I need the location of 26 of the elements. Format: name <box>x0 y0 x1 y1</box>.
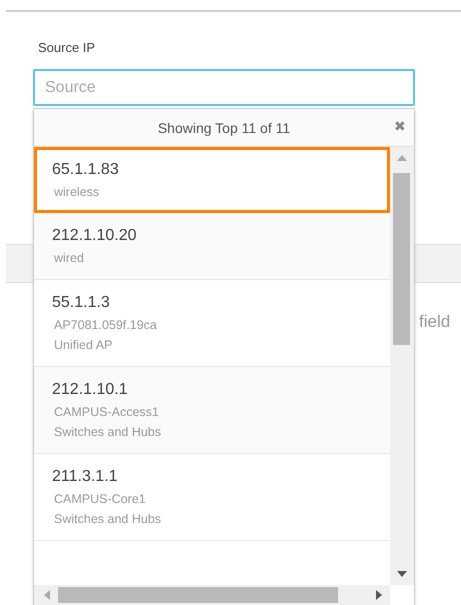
result-item[interactable]: 65.1.1.83 wireless <box>34 147 390 213</box>
device-detail: wired <box>54 251 84 265</box>
result-item[interactable]: 212.1.10.20 wired <box>34 213 390 280</box>
results-count: Showing Top 11 of 11 <box>158 120 290 136</box>
ip-address: 211.3.1.1 <box>52 468 118 486</box>
vertical-scrollbar[interactable] <box>390 147 414 585</box>
scroll-left-icon[interactable] <box>44 590 50 600</box>
device-detail: wireless <box>54 185 100 199</box>
ip-address: 212.1.10.20 <box>52 227 137 245</box>
device-detail: CAMPUS-Core1 <box>54 492 146 506</box>
ip-address: 212.1.10.1 <box>52 381 128 399</box>
background-text: field <box>419 312 450 332</box>
device-detail: Switches and Hubs <box>54 512 162 526</box>
ip-address: 65.1.1.83 <box>52 161 119 179</box>
horizontal-scrollbar[interactable] <box>34 585 390 605</box>
device-detail: Switches and Hubs <box>54 425 162 439</box>
device-detail: AP7081.059f.19ca <box>54 318 157 332</box>
device-detail: Unified AP <box>54 338 112 352</box>
source-field[interactable]: Source <box>33 69 415 106</box>
result-item[interactable]: 212.1.10.1 CAMPUS-Access1 Switches and Hubs <box>34 367 390 454</box>
scroll-right-icon[interactable] <box>376 590 382 600</box>
scroll-down-icon[interactable] <box>397 571 407 577</box>
scroll-up-icon[interactable] <box>397 155 407 161</box>
device-detail: CAMPUS-Access1 <box>54 405 159 419</box>
field-label: Source IP <box>38 40 96 55</box>
ip-address: 55.1.1.3 <box>52 294 110 312</box>
